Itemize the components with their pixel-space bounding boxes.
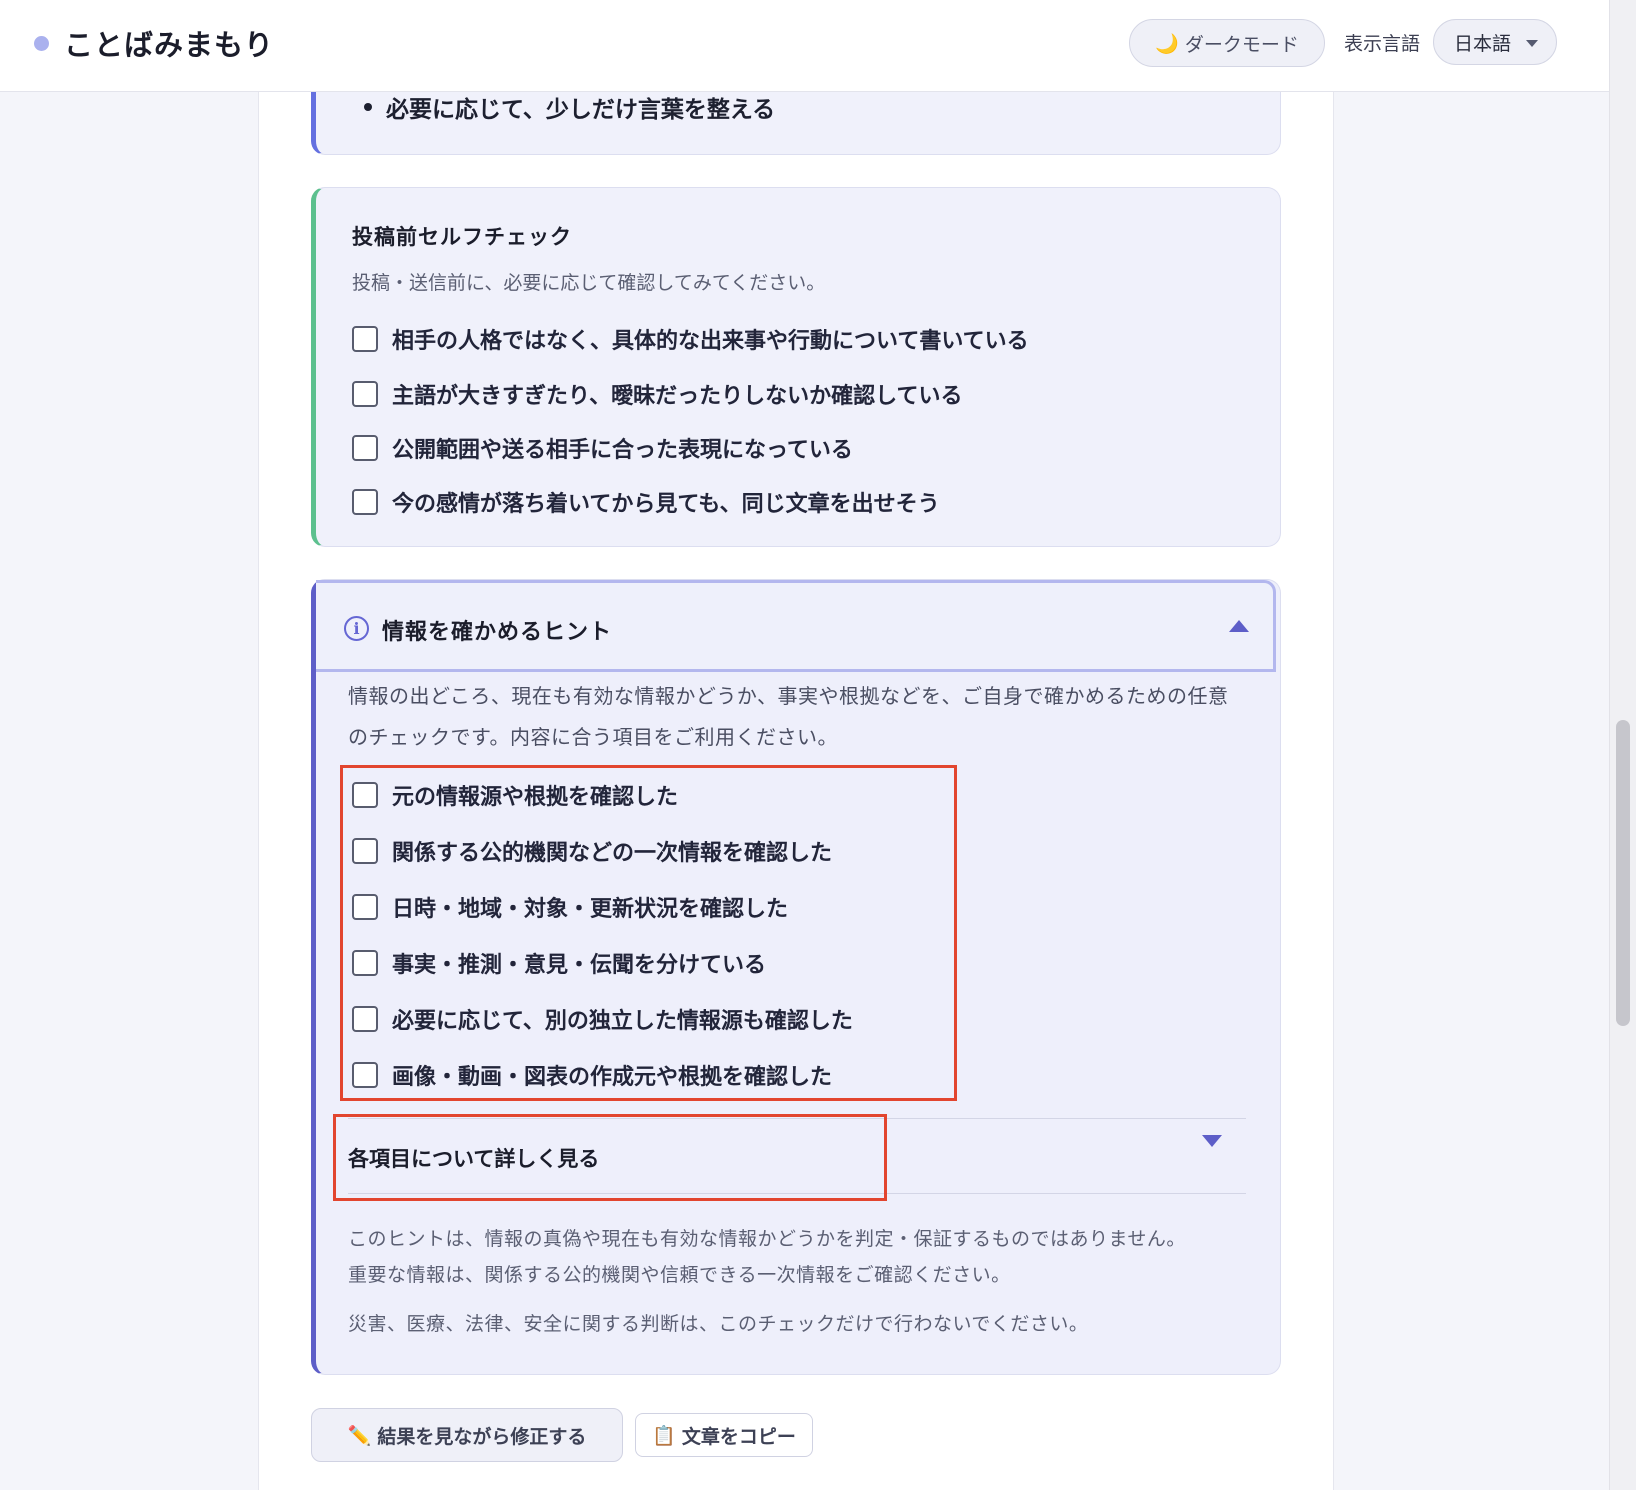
dark-mode-button[interactable]: 🌙 ダークモード [1129, 19, 1325, 67]
chevron-down-icon [1526, 40, 1538, 47]
chevron-up-icon [1229, 620, 1249, 632]
disclaimer-text: このヒントは、情報の真偽や現在も有効な情報かどうかを判定・保証するものではありま… [348, 1228, 1186, 1250]
hint-accordion-header[interactable]: i 情報を確かめるヒント [316, 580, 1276, 672]
brand-dot-icon [34, 36, 49, 51]
scrollbar-thumb[interactable] [1616, 720, 1630, 1026]
info-hint-card: i 情報を確かめるヒント 情報の出どころ、現在も有効な情報かどうか、事実や根拠な… [311, 579, 1281, 1375]
checkbox[interactable] [352, 950, 378, 976]
hint-check-item[interactable]: 必要に応じて、別の独立した情報源も確認した [352, 1003, 853, 1035]
checkbox[interactable] [352, 435, 378, 461]
self-check-subtitle: 投稿・送信前に、必要に応じて確認してみてください。 [352, 272, 826, 294]
checkbox[interactable] [352, 1062, 378, 1088]
chevron-down-icon [1202, 1135, 1222, 1147]
info-icon: i [344, 616, 369, 641]
checkbox[interactable] [352, 326, 378, 352]
self-check-title: 投稿前セルフチェック [352, 225, 572, 249]
checklist-highlight-box [340, 765, 957, 1101]
copy-button-label: 文章をコピー [681, 1425, 796, 1448]
hint-title: 情報を確かめるヒント [382, 620, 613, 645]
self-check-item[interactable]: 相手の人格ではなく、具体的な出来事や行動について書いている [352, 323, 1029, 355]
details-label: 各項目について詳しく見る [348, 1147, 600, 1171]
checkbox[interactable] [352, 1006, 378, 1032]
disclaimer-text: 災害、医療、法律、安全に関する判断は、このチェックだけで行わないでください。 [348, 1313, 1089, 1335]
checkbox[interactable] [352, 381, 378, 407]
checkbox[interactable] [352, 838, 378, 864]
self-check-card: 投稿前セルフチェック 投稿・送信前に、必要に応じて確認してみてください。 相手の… [311, 187, 1281, 547]
list-item: 必要に応じて、少しだけ言葉を整える [364, 90, 775, 124]
pencil-icon: ✏️ [347, 1424, 372, 1447]
self-check-item[interactable]: 主語が大きすぎたり、曖昧だったりしないか確認している [352, 378, 962, 410]
checkbox[interactable] [352, 489, 378, 515]
checkbox[interactable] [352, 782, 378, 808]
clipboard-icon: 📋 [652, 1424, 676, 1447]
hint-check-item[interactable]: 画像・動画・図表の作成元や根拠を確認した [352, 1059, 832, 1091]
hint-check-item[interactable]: 事実・推測・意見・伝聞を分けている [352, 947, 766, 979]
hint-check-item[interactable]: 日時・地域・対象・更新状況を確認した [352, 891, 788, 923]
app-name: ことばみまもり [64, 28, 275, 62]
hint-check-item[interactable]: 関係する公的機関などの一次情報を確認した [352, 835, 832, 867]
top-bar: ことばみまもり 🌙 ダークモード 表示言語 日本語 [0, 0, 1609, 92]
disclaimer-text: 重要な情報は、関係する公的機関や信頼できる一次情報をご確認ください。 [348, 1264, 1011, 1286]
language-value: 日本語 [1454, 32, 1512, 55]
self-check-item[interactable]: 今の感情が落ち着いてから見ても、同じ文章を出せそう [352, 486, 940, 518]
edit-button-label: 結果を見ながら修正する [377, 1425, 587, 1448]
bullet-icon [364, 103, 372, 111]
details-accordion[interactable]: 各項目について詳しく見る [348, 1118, 1246, 1194]
hint-check-item[interactable]: 元の情報源や根拠を確認した [352, 779, 678, 811]
checkbox[interactable] [352, 894, 378, 920]
language-select[interactable]: 日本語 [1433, 19, 1557, 65]
edit-with-result-button[interactable]: ✏️ 結果を見ながら修正する [311, 1408, 623, 1462]
dark-mode-label: ダークモード [1184, 33, 1299, 56]
hint-description: 情報の出どころ、現在も有効な情報かどうか、事実や根拠などを、ご自身で確かめるため… [348, 684, 1229, 749]
moon-icon: 🌙 [1155, 32, 1179, 55]
self-check-item[interactable]: 公開範囲や送る相手に合った表現になっている [352, 432, 853, 464]
copy-text-button[interactable]: 📋 文章をコピー [635, 1413, 813, 1457]
language-label: 表示言語 [1344, 33, 1421, 55]
